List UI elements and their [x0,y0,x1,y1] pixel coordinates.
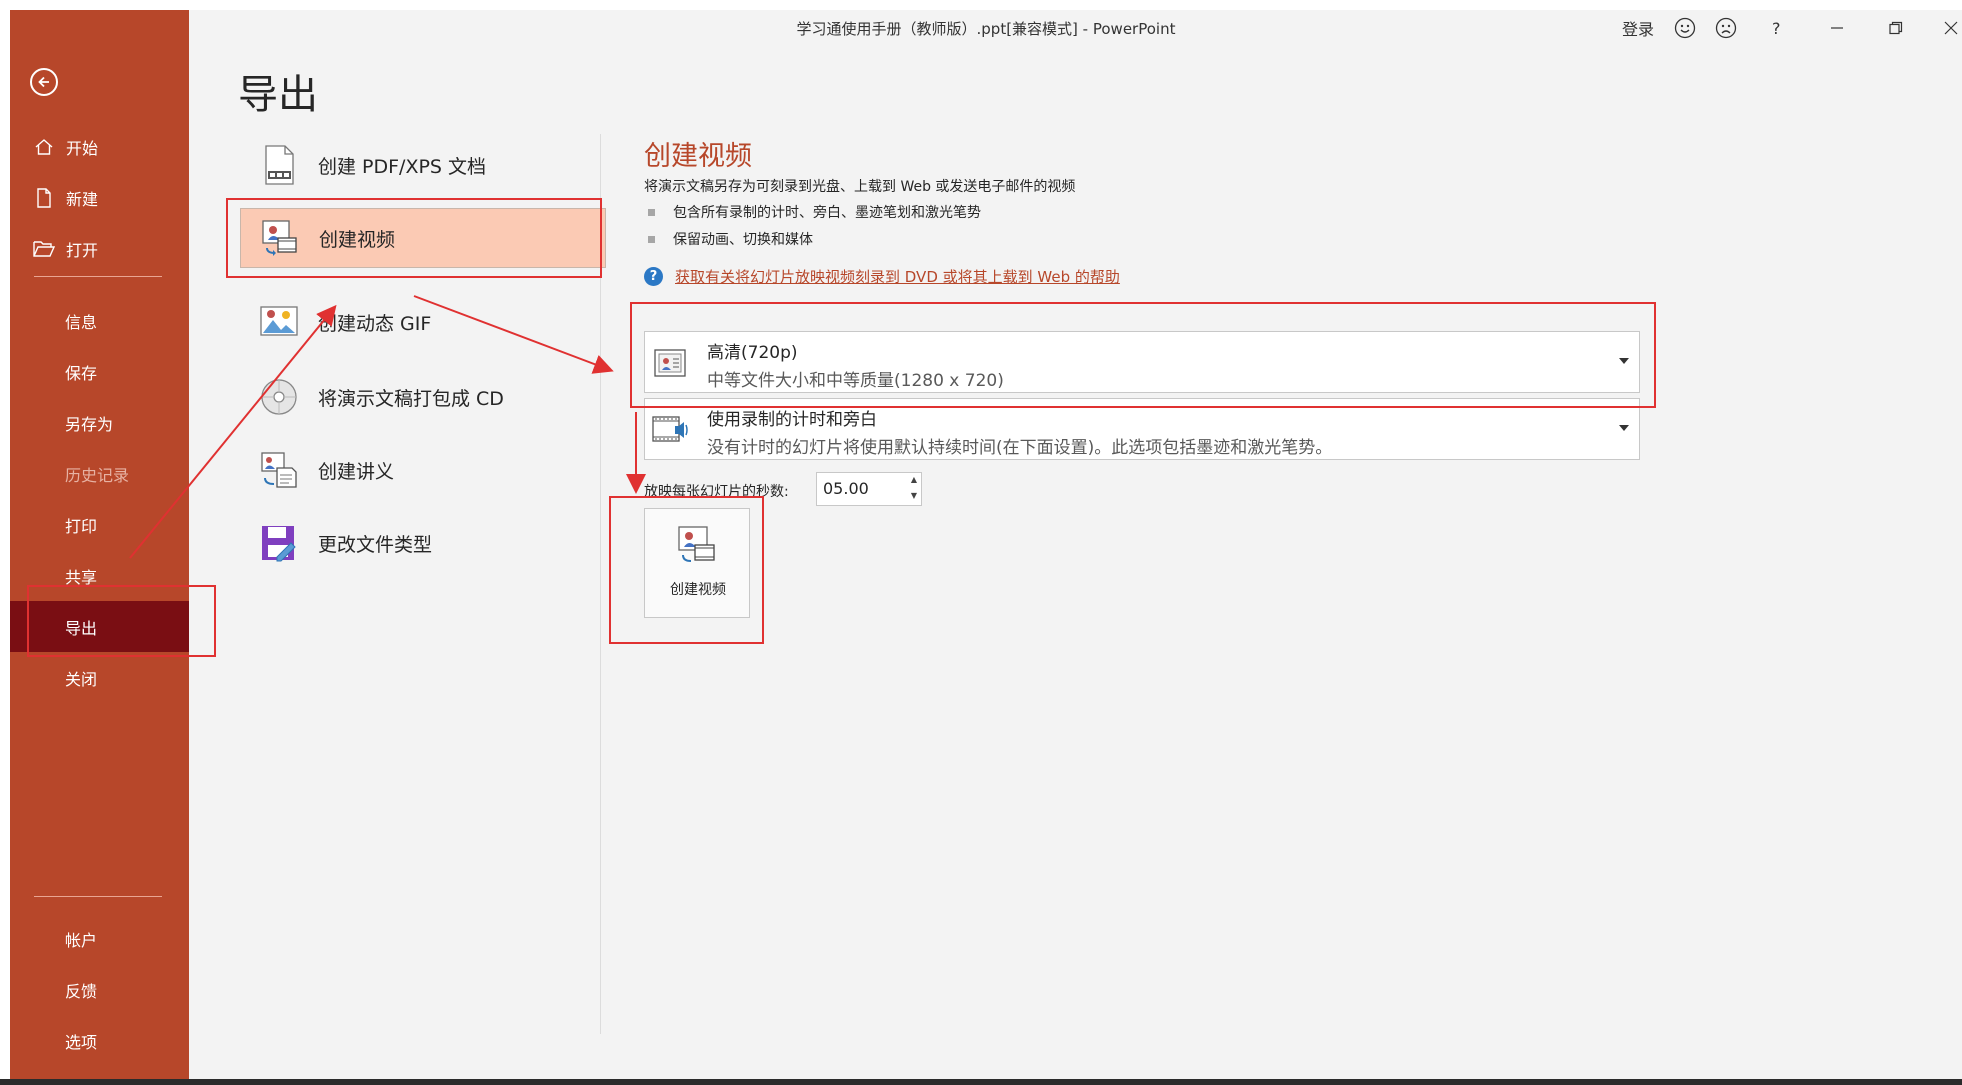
arrow-export-to-video [129,304,337,559]
powerpoint-window: 开始 新建 打开 信息 保存 另存为 历史记录 打印 共享 导出 关闭 帐户 反… [10,10,1962,1082]
annotation-arrows [129,295,646,559]
taskbar-strip [0,1079,1962,1085]
arrow-video-to-quality [413,295,614,374]
